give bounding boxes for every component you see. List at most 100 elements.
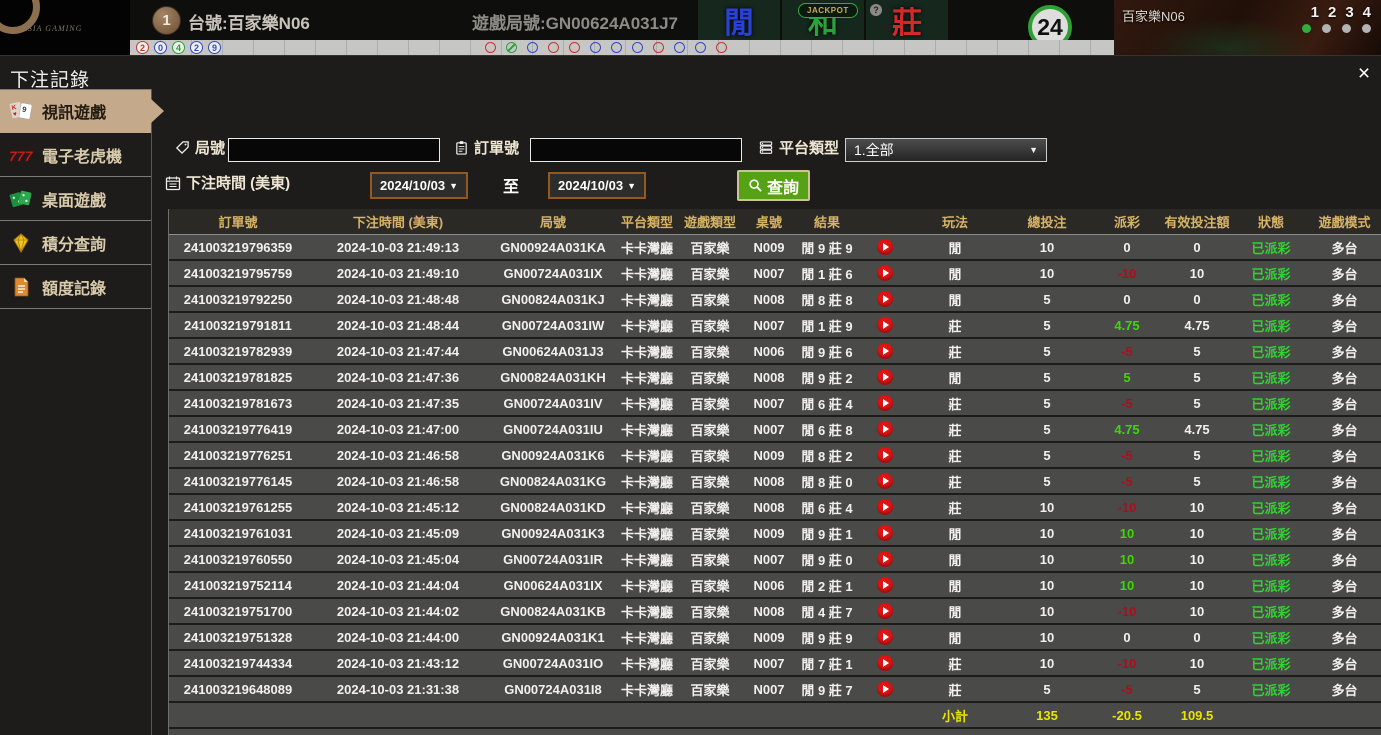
camera-dot[interactable] — [1342, 24, 1351, 33]
sidebar-item-視訊遊戲[interactable]: K ♥ 9 視訊遊戲 — [0, 89, 164, 133]
valid-bet: 10 — [1189, 577, 1205, 593]
order-number: 241003219752114 — [184, 577, 292, 593]
replay-play-icon[interactable] — [877, 291, 893, 307]
replay-cell — [859, 447, 911, 463]
bet-records-table: 訂單號 下注時間 (美東) 局號 平台類型 遊戲類型 桌號 結果 玩法 總投注 派彩 有效投注額 狀態… — [168, 209, 1381, 735]
replay-play-icon[interactable] — [877, 499, 893, 515]
live-video-thumbnail[interactable]: 百家樂N06 1234 — [1114, 0, 1381, 55]
result-score: 閒 8 莊 8 — [801, 292, 853, 308]
result-score: 閒 9 莊 9 — [801, 630, 853, 646]
game-type: 百家樂 — [690, 526, 730, 542]
close-icon[interactable]: × — [1352, 62, 1376, 86]
replay-play-icon[interactable] — [877, 525, 893, 541]
replay-play-icon[interactable] — [877, 577, 893, 593]
table-number: N009 — [753, 629, 785, 645]
replay-play-icon[interactable] — [877, 343, 893, 359]
replay-cell — [859, 655, 911, 671]
sidebar-item-label: 積分查詢 — [42, 236, 107, 254]
order-number: 241003219781673 — [183, 395, 293, 411]
status-badge: 已派彩 — [1251, 474, 1291, 490]
round-number: GN00724A031IX — [503, 265, 603, 281]
order-number: 241003219761031 — [183, 525, 293, 541]
table-number: N008 — [753, 369, 785, 385]
camera-number[interactable]: 3 — [1345, 4, 1353, 21]
bet-side: 莊 — [948, 500, 962, 516]
order-number-input[interactable] — [530, 138, 742, 162]
bet-time: 2024-10-03 21:47:44 — [336, 343, 460, 359]
game-type: 百家樂 — [690, 604, 730, 620]
chevron-down-icon: ▼ — [449, 180, 458, 191]
sidebar-item-label: 桌面遊戲 — [42, 192, 107, 210]
replay-play-icon[interactable] — [877, 473, 893, 489]
replay-play-icon[interactable] — [877, 551, 893, 567]
bet-time: 2024-10-03 21:45:04 — [336, 551, 460, 567]
replay-play-icon[interactable] — [877, 239, 893, 255]
camera-dot[interactable] — [1302, 24, 1311, 33]
bet-zone: 和 — [782, 0, 864, 40]
order-number: 241003219795759 — [183, 265, 293, 281]
replay-play-icon[interactable] — [877, 603, 893, 619]
platform-type: 卡卡灣廳 — [620, 266, 673, 282]
replay-cell — [859, 525, 911, 541]
sidebar-item-電子老虎機[interactable]: 777 電子老虎機 — [0, 133, 151, 177]
replay-play-icon[interactable] — [877, 265, 893, 281]
valid-bet: 5 — [1193, 395, 1201, 411]
replay-play-icon[interactable] — [877, 447, 893, 463]
platform-type-select[interactable]: 1.全部 ▼ — [845, 138, 1047, 162]
payout: -5 — [1121, 473, 1133, 489]
game-mode: 多台 — [1331, 292, 1358, 308]
bet-side: 閒 — [948, 526, 962, 542]
date-from-picker[interactable]: 2024/10/03 ▼ — [370, 172, 468, 199]
bead-ring — [716, 42, 727, 53]
roadmap-strip: 20429 — [130, 40, 1114, 55]
sidebar-item-桌面遊戲[interactable]: 桌面遊戲 — [0, 177, 151, 221]
sidebar-item-額度記錄[interactable]: 額度記錄 — [0, 265, 151, 309]
game-mode: 多台 — [1331, 630, 1358, 646]
game-type: 百家樂 — [690, 630, 730, 646]
replay-play-icon[interactable] — [877, 629, 893, 645]
platform-type: 卡卡灣廳 — [620, 578, 673, 594]
result-score: 閒 1 莊 9 — [801, 318, 853, 334]
sidebar-item-積分查詢[interactable]: 積分查詢 — [0, 221, 151, 265]
game-type: 百家樂 — [690, 240, 730, 256]
camera-number[interactable]: 1 — [1311, 4, 1319, 21]
round-number: GN00724A031IU — [503, 421, 603, 437]
replay-play-icon[interactable] — [877, 681, 893, 697]
bet-time-filter-label: 下注時間 (美東) — [165, 172, 290, 193]
round-number-input[interactable] — [228, 138, 440, 162]
status-badge: 已派彩 — [1251, 422, 1291, 438]
total-bet: 5 — [1043, 447, 1051, 463]
bet-time: 2024-10-03 21:44:00 — [336, 629, 460, 645]
bet-side: 莊 — [948, 682, 962, 698]
table-row: 241003219796359 2024-10-03 21:49:13 GN0092… — [169, 235, 1381, 261]
search-button[interactable]: 查詢 — [737, 170, 811, 201]
game-mode: 多台 — [1331, 682, 1358, 698]
platform-type: 卡卡灣廳 — [620, 240, 673, 256]
replay-play-icon[interactable] — [877, 317, 893, 333]
camera-number[interactable]: 4 — [1363, 4, 1371, 21]
camera-dot[interactable] — [1362, 24, 1371, 33]
grand-total-label: 總計 — [911, 732, 999, 735]
status-badge: 已派彩 — [1251, 500, 1291, 516]
payout: -5 — [1121, 681, 1133, 697]
bet-side: 莊 — [948, 422, 962, 438]
date-to-picker[interactable]: 2024/10/03 ▼ — [548, 172, 646, 199]
replay-cell — [859, 317, 911, 333]
bet-time: 2024-10-03 21:44:02 — [336, 603, 460, 619]
replay-play-icon[interactable] — [877, 655, 893, 671]
clipboard-icon — [456, 141, 467, 155]
bet-time: 2024-10-03 21:47:35 — [336, 395, 460, 411]
replay-play-icon[interactable] — [877, 421, 893, 437]
replay-play-icon[interactable] — [877, 369, 893, 385]
game-mode: 多台 — [1331, 656, 1358, 672]
bet-side: 閒 — [948, 552, 962, 568]
replay-play-icon[interactable] — [877, 395, 893, 411]
camera-dot[interactable] — [1322, 24, 1331, 33]
bet-time: 2024-10-03 21:48:48 — [336, 291, 460, 307]
table-row: 241003219761031 2024-10-03 21:45:09 GN0092… — [169, 521, 1381, 547]
game-type: 百家樂 — [690, 448, 730, 464]
camera-number[interactable]: 2 — [1328, 4, 1336, 21]
bead-number: 2 — [190, 41, 203, 54]
table-number: N006 — [753, 577, 785, 593]
table-number: N007 — [753, 421, 785, 437]
